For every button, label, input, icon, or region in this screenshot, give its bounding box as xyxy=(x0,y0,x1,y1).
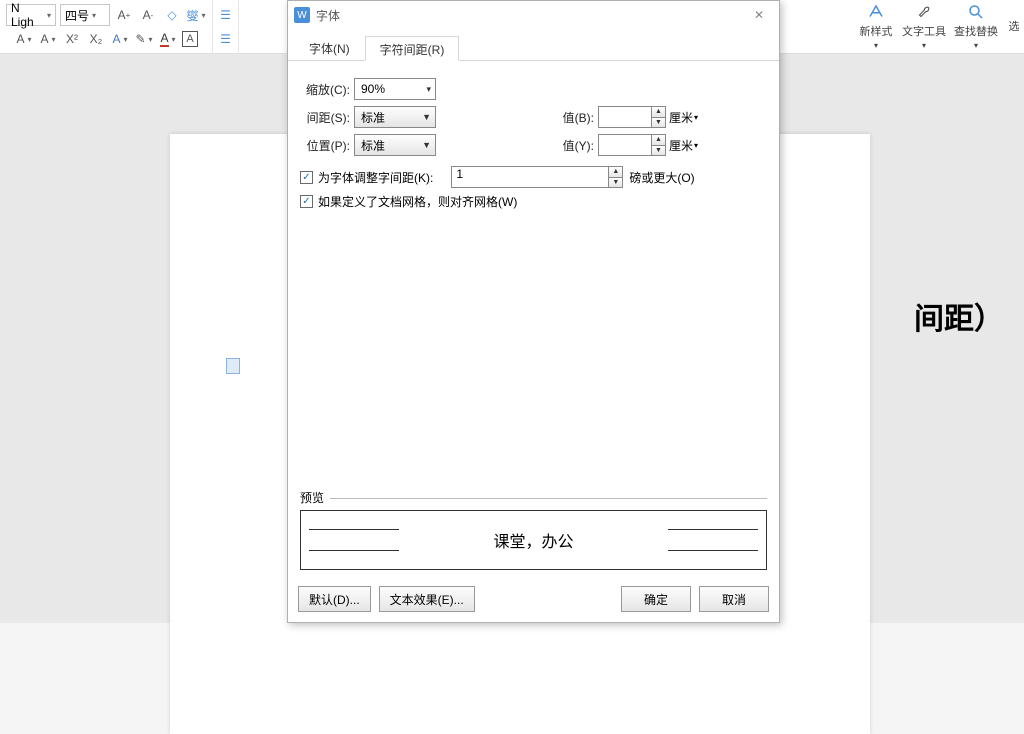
tab-char-spacing[interactable]: 字符间距(R) xyxy=(365,36,460,61)
snap-grid-checkbox[interactable]: ✓ xyxy=(300,195,313,208)
increase-font-icon[interactable]: A+ xyxy=(114,5,134,25)
dialog-tabs: 字体(N) 字符间距(R) xyxy=(288,35,779,61)
select-button[interactable]: 选 xyxy=(1004,0,1024,52)
clear-format-icon[interactable]: ◇ xyxy=(162,5,182,25)
app-icon: W xyxy=(294,7,310,23)
font-dialog: W 字体 ✕ 字体(N) 字符间距(R) 缩放(C): 90%▾ 间距(S): … xyxy=(287,0,780,623)
scale-label: 缩放(C): xyxy=(300,81,350,98)
default-button[interactable]: 默认(D)... xyxy=(298,586,371,612)
char-border-icon[interactable]: A xyxy=(182,31,198,47)
new-style-button[interactable]: 新样式▾ xyxy=(852,0,900,52)
subscript-icon[interactable]: X₂ xyxy=(86,29,106,49)
value-b-label: 值(B): xyxy=(556,109,594,126)
value-b-spinner[interactable]: ▲▼ xyxy=(598,106,666,128)
preview-label: 预览 xyxy=(300,489,767,506)
tab-font[interactable]: 字体(N) xyxy=(294,35,365,60)
font-size-combo[interactable]: 四号▾ xyxy=(60,4,110,26)
char-kerning-icon[interactable]: A▾ xyxy=(14,29,34,49)
strikethrough-icon[interactable]: A▾ xyxy=(38,29,58,49)
preview-box: 课堂，办公 xyxy=(300,510,767,570)
cancel-button[interactable]: 取消 xyxy=(699,586,769,612)
ok-button[interactable]: 确定 xyxy=(621,586,691,612)
value-y-label: 值(Y): xyxy=(556,137,594,154)
dialog-footer: 默认(D)... 文本效果(E)... 确定 取消 xyxy=(288,578,779,622)
text-effects-icon[interactable]: A▾ xyxy=(110,29,130,49)
search-icon xyxy=(967,3,985,21)
kerning-suffix: 磅或更大(O) xyxy=(629,169,694,186)
numbering-icon[interactable]: ☰ xyxy=(216,29,236,49)
spacing-combo[interactable]: 标准▼ xyxy=(354,106,436,128)
position-label: 位置(P): xyxy=(300,137,350,154)
position-combo[interactable]: 标准▼ xyxy=(354,134,436,156)
value-y-unit[interactable]: 厘米▾ xyxy=(669,137,698,154)
dialog-body: 缩放(C): 90%▾ 间距(S): 标准▼ 值(B): ▲▼ 厘米▾ 位置(P… xyxy=(288,61,779,578)
close-button[interactable]: ✕ xyxy=(745,4,773,26)
kerning-checkbox[interactable]: ✓ xyxy=(300,171,313,184)
new-style-icon xyxy=(867,3,885,21)
scale-combo[interactable]: 90%▾ xyxy=(354,78,436,100)
bullets-icon[interactable]: ☰ xyxy=(216,5,236,25)
find-replace-button[interactable]: 查找替换▾ xyxy=(948,0,1004,52)
highlight-icon[interactable]: ✎▾ xyxy=(134,29,154,49)
decrease-font-icon[interactable]: A- xyxy=(138,5,158,25)
superscript-icon[interactable]: X² xyxy=(62,29,82,49)
text-effect-button[interactable]: 文本效果(E)... xyxy=(379,586,475,612)
preview-text: 课堂，办公 xyxy=(493,528,573,552)
kerning-label: 为字体调整字间距(K): xyxy=(318,169,433,186)
dialog-title: 字体 xyxy=(316,7,745,24)
spacing-label: 间距(S): xyxy=(300,109,350,126)
wrench-icon xyxy=(915,3,933,21)
document-visible-text: 间距） xyxy=(914,294,1004,338)
snap-grid-label: 如果定义了文档网格，则对齐网格(W) xyxy=(318,193,517,210)
value-y-spinner[interactable]: ▲▼ xyxy=(598,134,666,156)
page-marker-icon xyxy=(226,358,240,374)
dialog-titlebar: W 字体 ✕ xyxy=(288,1,779,29)
font-name-combo[interactable]: N Ligh▾ xyxy=(6,4,56,26)
phonetic-guide-icon[interactable]: 燮▾ xyxy=(186,5,206,25)
ribbon-font-group: N Ligh▾ 四号▾ A+ A- ◇ 燮▾ A▾ A▾ X² X₂ A▾ ✎▾… xyxy=(0,0,213,54)
font-color-icon[interactable]: A▾ xyxy=(158,29,178,49)
kerning-spinner[interactable]: 1 ▲▼ xyxy=(451,166,623,188)
value-b-unit[interactable]: 厘米▾ xyxy=(669,109,698,126)
ribbon-list-group: ☰ ☰ xyxy=(213,0,239,54)
text-tools-button[interactable]: 文字工具▾ xyxy=(900,0,948,52)
